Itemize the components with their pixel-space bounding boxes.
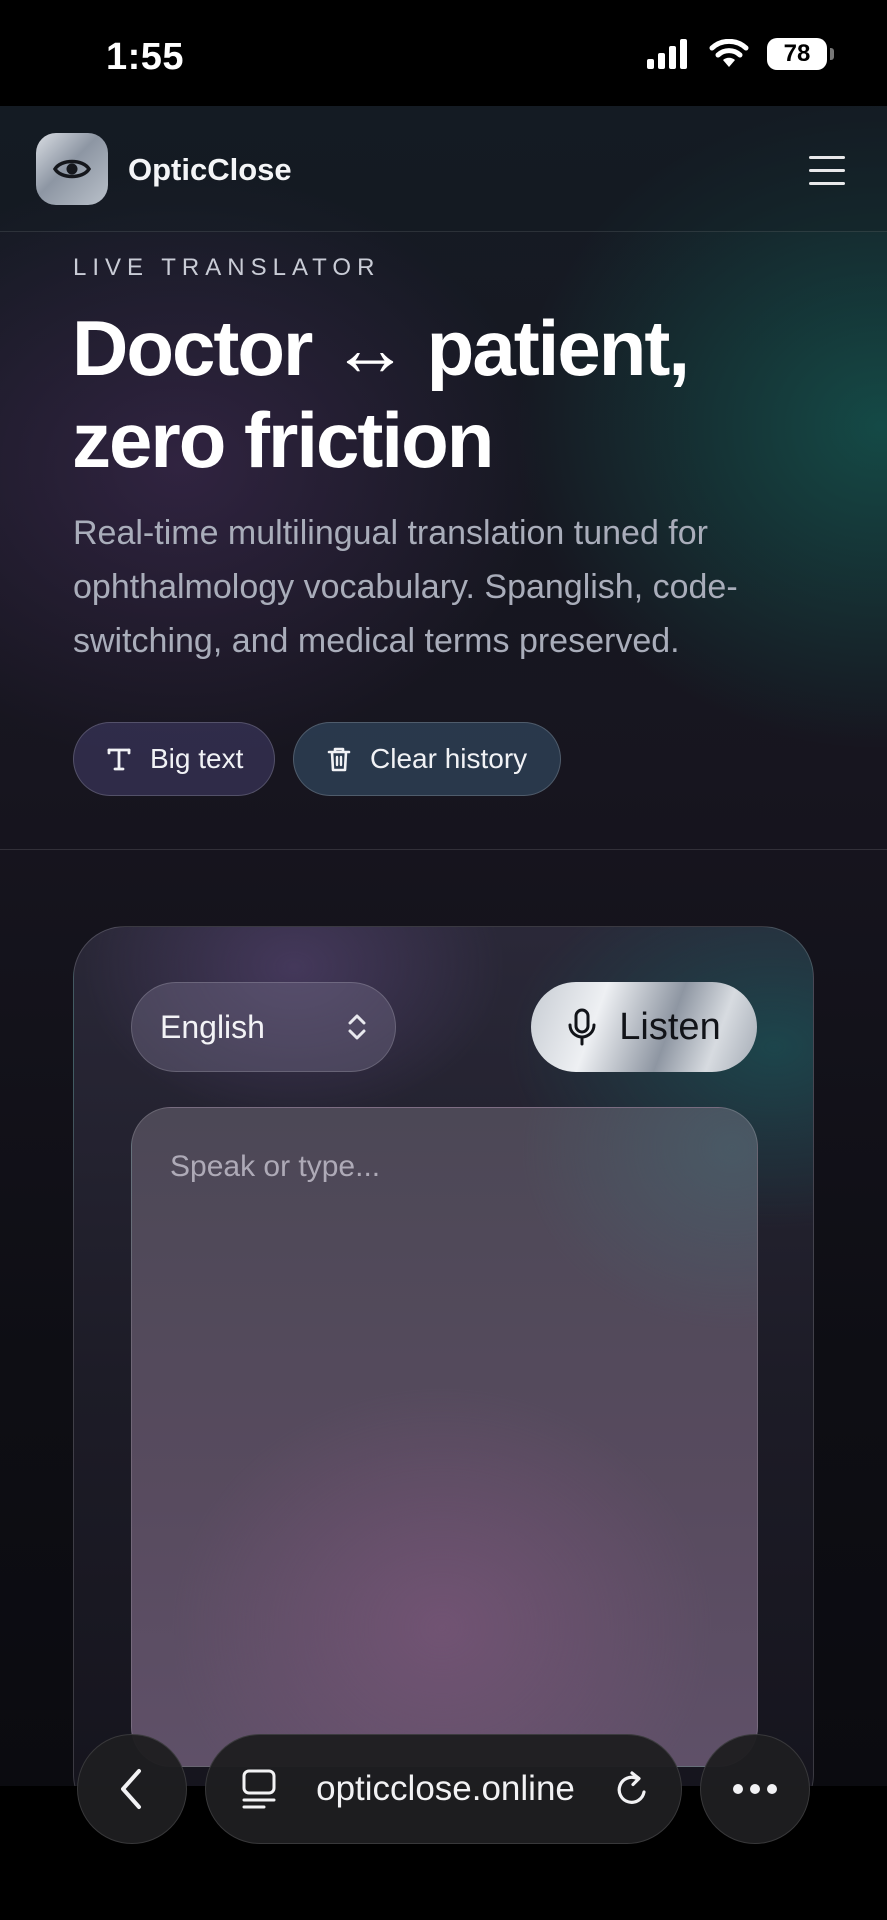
eye-icon xyxy=(52,159,92,179)
cellular-signal-icon xyxy=(647,39,687,69)
wifi-icon xyxy=(709,39,749,67)
listen-label: Listen xyxy=(619,1005,721,1048)
listen-button[interactable]: Listen xyxy=(531,982,757,1072)
text-size-icon xyxy=(107,748,131,771)
microphone-icon xyxy=(568,1008,596,1046)
browser-more-button[interactable] xyxy=(700,1734,810,1844)
status-bar: 1:55 78 xyxy=(0,0,887,106)
reload-icon[interactable] xyxy=(613,1769,651,1809)
language-select[interactable]: English xyxy=(131,982,396,1072)
hamburger-icon-line xyxy=(809,155,845,159)
browser-url: opticclose.online xyxy=(316,1769,575,1808)
big-text-button[interactable]: Big text xyxy=(73,722,275,796)
top-navigation: OpticClose xyxy=(0,106,887,232)
app-logo[interactable] xyxy=(36,133,108,205)
trash-icon xyxy=(327,747,351,772)
chevron-left-icon xyxy=(121,1769,141,1809)
page-title: Doctor ↔ patient, zero friction xyxy=(72,302,852,486)
battery-indicator: 78 xyxy=(767,38,834,70)
menu-button[interactable] xyxy=(803,146,851,194)
brand-name[interactable]: OpticClose xyxy=(128,152,292,188)
status-time: 1:55 xyxy=(106,36,185,78)
clear-history-button[interactable]: Clear history xyxy=(293,722,561,796)
language-select-value: English xyxy=(160,1008,265,1045)
browser-address-bar[interactable]: opticclose.online xyxy=(205,1734,682,1844)
page-title-line2: zero friction xyxy=(72,396,494,484)
hamburger-icon-line xyxy=(809,168,845,172)
app-viewport: OpticClose LIVE TRANSLATOR Doctor ↔ pati… xyxy=(0,106,887,1786)
speech-input[interactable]: Speak or type... xyxy=(131,1107,758,1767)
browser-back-button[interactable] xyxy=(77,1734,187,1844)
page-title-line1: Doctor ↔ patient, xyxy=(72,304,690,392)
more-options-icon xyxy=(733,1784,777,1794)
translator-card: English Listen Speak or type... xyxy=(73,926,814,1786)
big-text-label: Big text xyxy=(150,743,244,774)
clear-history-label: Clear history xyxy=(370,743,528,774)
hamburger-icon-line xyxy=(809,181,845,185)
section-eyebrow: LIVE TRANSLATOR xyxy=(73,254,381,281)
page-subtitle: Real-time multilingual translation tuned… xyxy=(73,514,738,660)
section-divider xyxy=(0,849,887,850)
tab-overview-icon xyxy=(242,1769,276,1809)
status-icons: 78 xyxy=(647,38,834,70)
chevron-up-down-icon xyxy=(348,1014,366,1040)
